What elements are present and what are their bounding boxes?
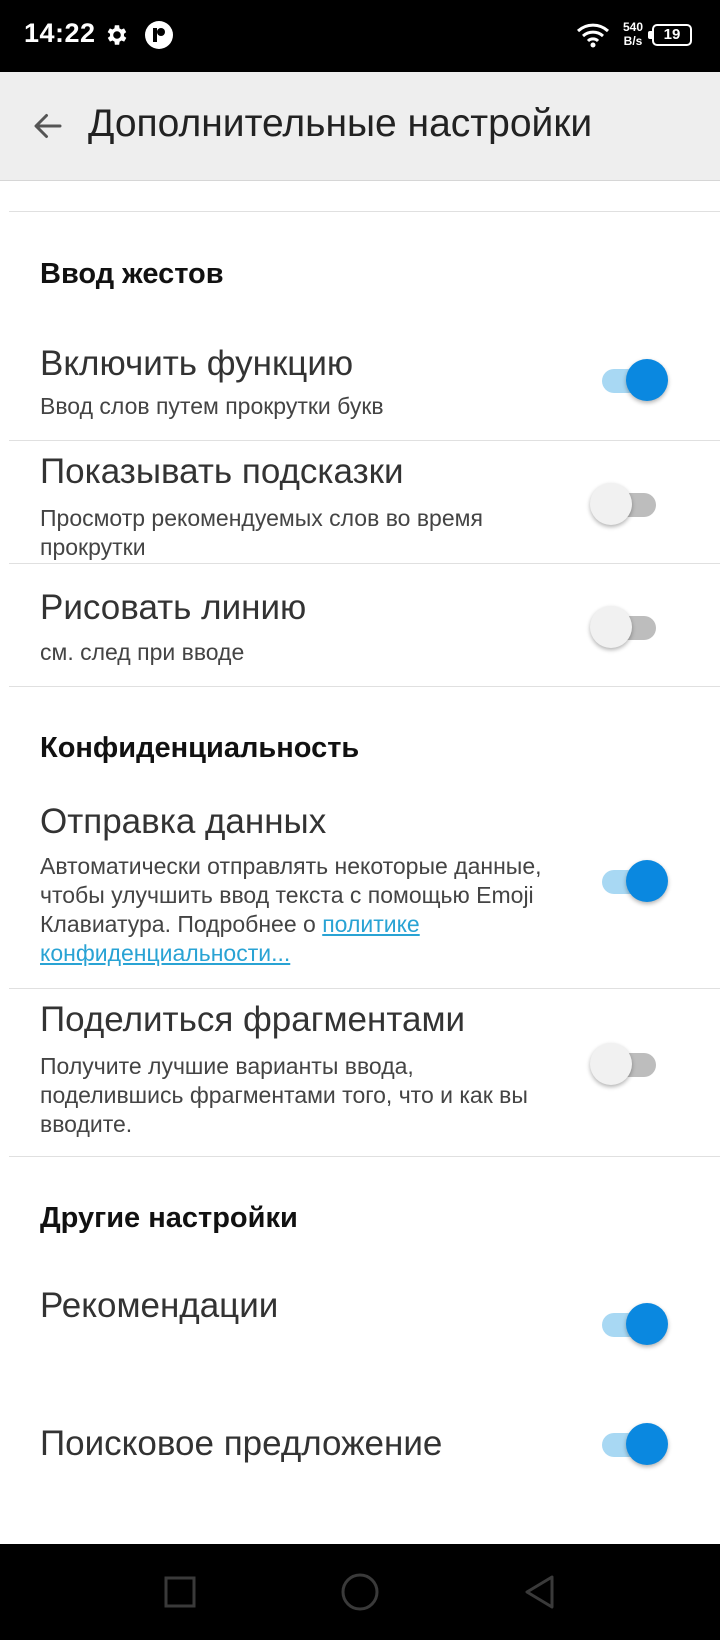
wifi-icon	[576, 22, 610, 53]
setting-subtitle: Ввод слов путем прокрутки букв	[40, 393, 384, 419]
setting-title: Поделиться фрагментами	[40, 1000, 466, 1039]
battery-icon: 19	[652, 24, 692, 46]
setting-subtitle: Получите лучшие варианты ввода, поделивш…	[40, 1053, 528, 1137]
gear-icon	[104, 22, 130, 53]
divider	[9, 563, 720, 564]
navigation-bar	[0, 1544, 720, 1640]
recents-button[interactable]	[154, 1566, 206, 1618]
back-nav-button[interactable]	[514, 1566, 566, 1618]
network-speed: 540 B/s	[618, 20, 648, 48]
setting-title: Рекомендации	[40, 1286, 279, 1325]
setting-subtitle: Автоматически отправлять некоторые данны…	[40, 852, 560, 968]
toggle-search-suggestion[interactable]	[596, 1422, 668, 1466]
section-title-gesture: Ввод жестов	[40, 258, 224, 290]
divider	[9, 988, 720, 989]
app-notification-icon	[144, 20, 174, 55]
back-triangle-icon	[525, 1575, 554, 1609]
section-title-privacy: Конфиденциальность	[40, 732, 360, 764]
toggle-recommendations[interactable]	[596, 1302, 668, 1346]
setting-title: Рисовать линию	[40, 588, 307, 627]
status-bar: 14:22 540 B/s 19	[0, 0, 720, 72]
section-title-other: Другие настройки	[40, 1202, 298, 1234]
page-title: Дополнительные настройки	[88, 102, 593, 145]
setting-title: Поисковое предложение	[40, 1424, 443, 1463]
divider	[9, 686, 720, 687]
back-button[interactable]	[22, 100, 74, 152]
setting-title: Показывать подсказки	[40, 452, 404, 491]
divider	[9, 1156, 720, 1157]
status-time: 14:22	[24, 18, 96, 48]
setting-subtitle-text: Автоматически отправлять некоторые данны…	[40, 853, 542, 937]
recents-square-icon	[164, 1576, 196, 1608]
app-bar: Дополнительные настройки	[0, 72, 720, 181]
divider	[9, 211, 720, 212]
home-button[interactable]	[334, 1566, 386, 1618]
setting-subtitle: Просмотр рекомендуемых слов во время про…	[40, 505, 483, 560]
network-speed-value: 540	[622, 20, 644, 34]
setting-title: Отправка данных	[40, 802, 327, 841]
toggle-send-data[interactable]	[596, 859, 668, 903]
toggle-draw-line[interactable]	[590, 605, 662, 649]
toggle-show-hints[interactable]	[590, 482, 662, 526]
divider	[9, 440, 720, 441]
network-speed-unit: B/s	[623, 34, 643, 48]
toggle-enable-gesture[interactable]	[596, 358, 668, 402]
battery-level: 19	[663, 26, 681, 43]
toggle-share-fragments[interactable]	[590, 1042, 662, 1086]
home-circle-icon	[341, 1573, 379, 1611]
setting-title: Включить функцию	[40, 344, 354, 383]
setting-subtitle: см. след при вводе	[40, 639, 245, 665]
arrow-left-icon	[34, 114, 62, 138]
